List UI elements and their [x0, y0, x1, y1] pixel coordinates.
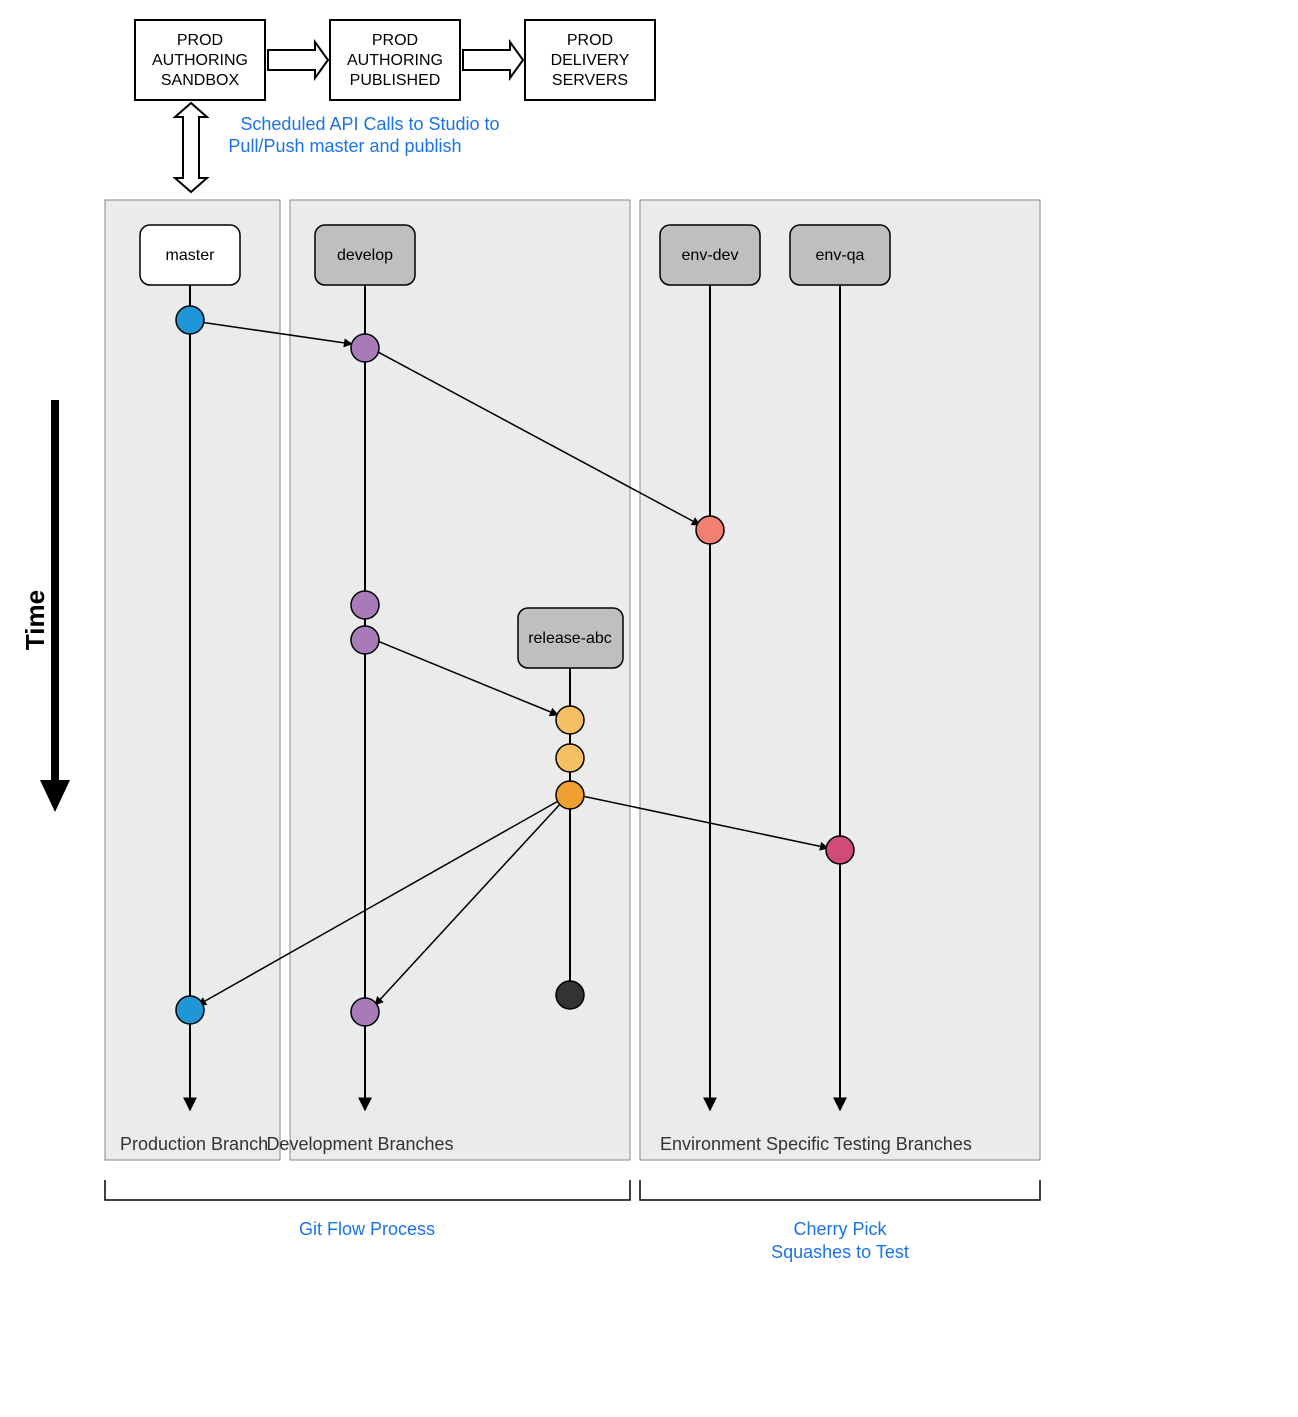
cherry-bracket: Cherry Pick Squashes to Test	[640, 1180, 1040, 1262]
prod-delivery-box: PROD DELIVERY SERVERS	[525, 20, 655, 100]
commit-release-1	[556, 706, 584, 734]
env-qa-branch-label: env-qa	[816, 247, 865, 264]
prod-section-label: Production Branch	[120, 1134, 268, 1154]
prod-sandbox-l1: PROD	[177, 32, 223, 49]
prod-delivery-l1: PROD	[567, 32, 613, 49]
prod-sandbox-l3: SANDBOX	[161, 72, 240, 89]
commit-develop-1	[351, 334, 379, 362]
commit-master-1	[176, 306, 204, 334]
env-dev-branch-label: env-dev	[682, 247, 739, 264]
prod-published-l3: PUBLISHED	[350, 72, 441, 89]
develop-branch-label: develop	[337, 247, 393, 264]
master-branch-label: master	[166, 247, 216, 264]
prod-published-l2: AUTHORING	[347, 52, 443, 69]
commit-envdev-1	[696, 516, 724, 544]
prod-delivery-l2: DELIVERY	[551, 52, 630, 69]
cherry-label-l1: Cherry Pick	[793, 1219, 887, 1239]
commit-release-2	[556, 744, 584, 772]
top-caption-l2: Pull/Push master and publish	[228, 136, 461, 156]
arrow-sandbox-to-published	[268, 42, 328, 78]
commit-develop-2	[351, 591, 379, 619]
dev-section-label: Development Branches	[266, 1134, 453, 1154]
prod-published-box: PROD AUTHORING PUBLISHED	[330, 20, 460, 100]
top-caption-l1: Scheduled API Calls to Studio to	[240, 114, 499, 134]
env-qa-branch-box: env-qa	[790, 225, 890, 285]
prod-sandbox-box: PROD AUTHORING SANDBOX	[135, 20, 265, 100]
env-dev-branch-box: env-dev	[660, 225, 760, 285]
gitflow-label: Git Flow Process	[299, 1219, 435, 1239]
arrow-sandbox-to-master	[175, 103, 212, 195]
master-branch-box: master	[140, 225, 240, 285]
env-section-label: Environment Specific Testing Branches	[660, 1134, 972, 1154]
arrow-published-to-delivery	[463, 42, 523, 78]
time-arrow: Time	[20, 400, 70, 812]
release-branch-label: release-abc	[528, 630, 612, 647]
cherry-label-l2: Squashes to Test	[771, 1242, 909, 1262]
prod-published-l1: PROD	[372, 32, 418, 49]
commit-release-3	[556, 781, 584, 809]
commit-release-end	[556, 981, 584, 1009]
commit-master-2	[176, 996, 204, 1024]
gitflow-bracket: Git Flow Process	[105, 1180, 630, 1239]
commit-envqa-1	[826, 836, 854, 864]
release-branch-box: release-abc	[518, 608, 623, 668]
dev-panel	[290, 200, 630, 1160]
prod-delivery-l3: SERVERS	[552, 72, 628, 89]
commit-develop-3	[351, 626, 379, 654]
time-label: Time	[20, 590, 50, 650]
develop-branch-box: develop	[315, 225, 415, 285]
commit-develop-4	[351, 998, 379, 1026]
prod-sandbox-l2: AUTHORING	[152, 52, 248, 69]
